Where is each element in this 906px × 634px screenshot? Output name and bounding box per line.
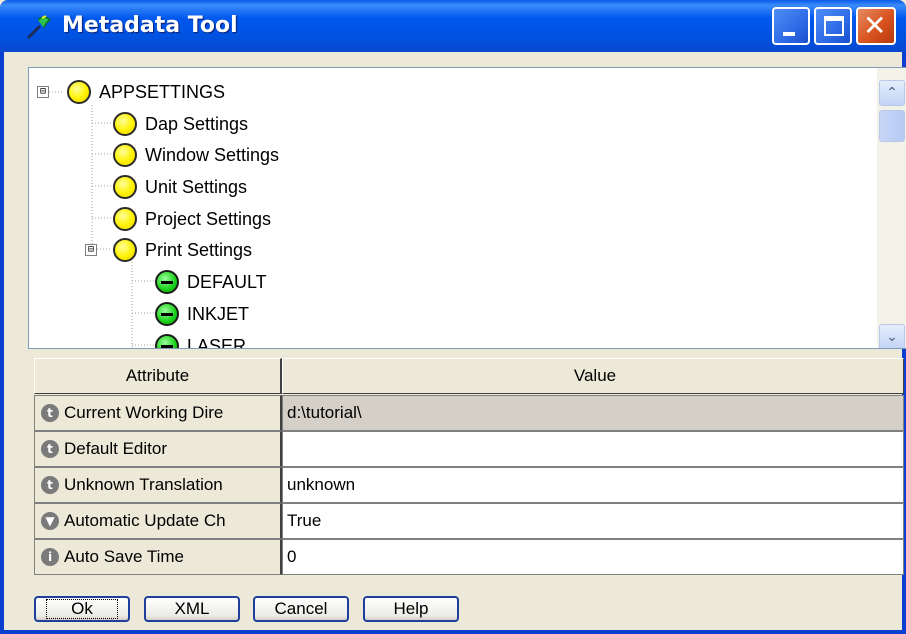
chevron-up-icon: ⌃ [886,85,898,101]
attribute-cell[interactable]: t Unknown Translation [34,467,282,503]
tree-node-label: APPSETTINGS [99,81,226,102]
settings-tree[interactable]: ⊟ APPSETTINGS Dap Settings Window Settin… [28,67,906,349]
cancel-button[interactable]: Cancel [253,596,349,622]
attribute-label: Automatic Update Ch [64,511,226,530]
attribute-label: Unknown Translation [64,475,223,494]
text-type-icon: t [41,440,59,458]
tree-node-print-settings[interactable]: Print Settings [113,236,252,264]
ok-button-label: Ok [46,599,118,619]
attribute-cell[interactable]: i Auto Save Time [34,539,282,575]
tree-node-label: LASER [187,335,247,349]
folder-node-icon [113,207,137,231]
table-row[interactable]: ▼ Automatic Update Ch True [34,503,904,539]
maximize-button[interactable] [814,7,852,45]
value-column-header[interactable]: Value [282,358,904,394]
folder-node-icon [113,143,137,167]
tree-node-unit-settings[interactable]: Unit Settings [113,173,247,201]
attribute-label: Auto Save Time [64,547,185,566]
tree-node-label: Unit Settings [145,176,248,197]
folder-node-icon [113,112,137,136]
close-button[interactable]: ✕ [856,7,896,45]
collapse-print-settings-icon[interactable]: ⊟ [85,244,97,256]
minimize-icon [783,32,795,36]
folder-node-icon [67,80,91,104]
wand-icon [26,15,52,40]
tree-node-label: Project Settings [145,208,272,229]
item-node-icon [155,302,179,326]
text-type-icon: t [41,404,59,422]
value-cell[interactable] [282,431,904,467]
value-cell[interactable]: d:\tutorial\ [282,395,904,431]
scroll-thumb[interactable] [879,110,905,142]
tree-node-label: Print Settings [145,239,253,260]
value-cell[interactable]: 0 [282,539,904,575]
title-bar[interactable]: Metadata Tool ✕ [0,0,906,52]
attribute-cell[interactable]: t Default Editor [34,431,282,467]
scroll-down-button[interactable]: ⌄ [879,324,905,348]
table-row[interactable]: t Default Editor [34,431,904,467]
attribute-cell[interactable]: ▼ Automatic Update Ch [34,503,282,539]
tree-node-default[interactable]: DEFAULT [155,268,267,296]
attribute-label: Default Editor [64,439,167,458]
attribute-column-header[interactable]: Attribute [34,358,282,394]
tree-node-label: Window Settings [145,144,280,165]
tree-scrollbar[interactable]: ⌃ ⌄ [877,68,906,348]
ok-button[interactable]: Ok [34,596,130,622]
help-button[interactable]: Help [363,596,459,622]
xml-button[interactable]: XML [144,596,240,622]
attribute-grid: Attribute Value t Current Working Dire d… [34,358,904,578]
info-type-icon: i [41,548,59,566]
attribute-cell[interactable]: t Current Working Dire [34,395,282,431]
text-type-icon: t [41,476,59,494]
tree-node-label: INKJET [187,303,250,324]
attribute-label: Current Working Dire [64,403,224,422]
tree-node-window-settings[interactable]: Window Settings [113,141,279,169]
tree-node-inkjet[interactable]: INKJET [155,300,249,328]
tree-node-dap-settings[interactable]: Dap Settings [113,110,248,138]
table-row[interactable]: t Current Working Dire d:\tutorial\ [34,395,904,431]
item-node-icon [155,334,179,348]
window-title: Metadata Tool [62,13,238,38]
maximize-icon [824,16,844,36]
item-node-icon [155,270,179,294]
value-cell[interactable]: True [282,503,904,539]
table-row[interactable]: i Auto Save Time 0 [34,539,904,575]
folder-node-icon [113,238,137,262]
tree-node-label: DEFAULT [187,271,267,292]
close-icon: ✕ [863,9,887,42]
tree-node-appsettings[interactable]: APPSETTINGS [67,78,225,106]
value-cell[interactable]: unknown [282,467,904,503]
metadata-tool-window: Metadata Tool ✕ ⊟ APPSETTINGS Dap Settin… [0,0,906,634]
chevron-down-icon: ⌄ [886,329,898,345]
dropdown-type-icon: ▼ [41,512,59,530]
folder-node-icon [113,175,137,199]
minimize-button[interactable] [772,7,810,45]
tree-node-label: Dap Settings [145,113,249,134]
scroll-up-button[interactable]: ⌃ [879,80,905,106]
grid-header: Attribute Value [34,358,904,394]
table-row[interactable]: t Unknown Translation unknown [34,467,904,503]
collapse-root-icon[interactable]: ⊟ [37,86,49,98]
tree-node-project-settings[interactable]: Project Settings [113,205,271,233]
tree-node-laser[interactable]: LASER [155,332,247,349]
